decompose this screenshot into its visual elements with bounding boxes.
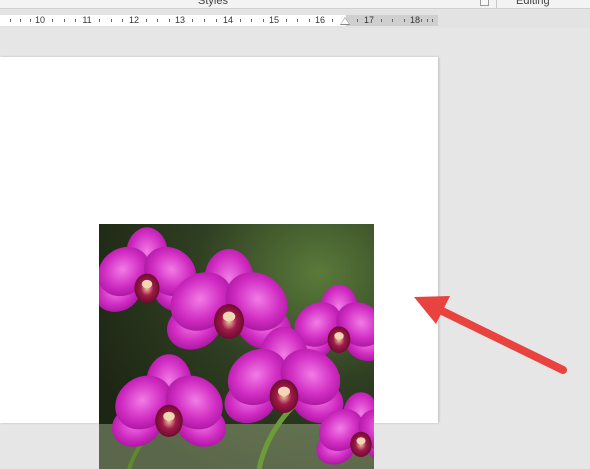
styles-group-label: Styles xyxy=(198,0,228,7)
ribbon-bar: Styles Editing xyxy=(0,0,590,9)
styles-dialog-launcher-icon[interactable] xyxy=(480,0,489,6)
ruler-tick xyxy=(111,19,112,22)
ruler-tick xyxy=(357,19,358,22)
right-indent-marker-icon[interactable] xyxy=(340,17,350,25)
ruler-tick xyxy=(75,19,76,22)
ruler-tick xyxy=(332,19,333,22)
ruler-tick xyxy=(427,19,428,22)
ruler-number: 13 xyxy=(174,15,186,25)
ruler-tick xyxy=(64,19,65,22)
ruler-tick xyxy=(157,19,158,22)
ruler-tick xyxy=(192,19,193,22)
ruler-number: 11 xyxy=(82,15,92,25)
ruler-tick xyxy=(309,19,310,22)
ruler-tick xyxy=(216,19,217,22)
ruler-tick xyxy=(297,19,298,22)
ruler-number: 18 xyxy=(409,15,421,25)
ruler-number: 16 xyxy=(314,15,326,25)
ruler-tick xyxy=(122,19,123,22)
ruler-tick xyxy=(240,19,241,22)
ruler-number: 10 xyxy=(34,15,46,25)
ruler-tick xyxy=(204,19,205,22)
ruler-tick xyxy=(432,19,433,22)
ruler-tick xyxy=(20,19,21,22)
ruler-tick xyxy=(10,19,11,22)
document-page[interactable] xyxy=(0,57,438,469)
ruler-tick xyxy=(30,19,31,22)
ruler-tick xyxy=(421,19,422,22)
ruler-tick xyxy=(263,19,264,22)
ruler-tick xyxy=(99,19,100,22)
orchid-image[interactable] xyxy=(99,224,374,469)
orchid-photo-graphic xyxy=(99,224,374,469)
ruler-tick xyxy=(169,19,170,22)
ribbon-separator xyxy=(496,0,497,8)
ruler-number: 15 xyxy=(268,15,280,25)
editing-group-label[interactable]: Editing xyxy=(516,0,550,8)
horizontal-ruler[interactable]: 10 11 12 13 14 15 16 17 18 xyxy=(0,10,590,28)
ruler-tick xyxy=(251,19,252,22)
ruler-number: 17 xyxy=(363,15,375,25)
ruler-tick xyxy=(52,19,53,22)
ruler-number: 14 xyxy=(222,15,234,25)
ruler-tick xyxy=(392,19,393,22)
ruler-number: 12 xyxy=(128,15,140,25)
ruler-tick xyxy=(146,19,147,22)
ruler-tick xyxy=(286,19,287,22)
ruler-tick xyxy=(404,19,405,22)
ruler-tick xyxy=(381,19,382,22)
